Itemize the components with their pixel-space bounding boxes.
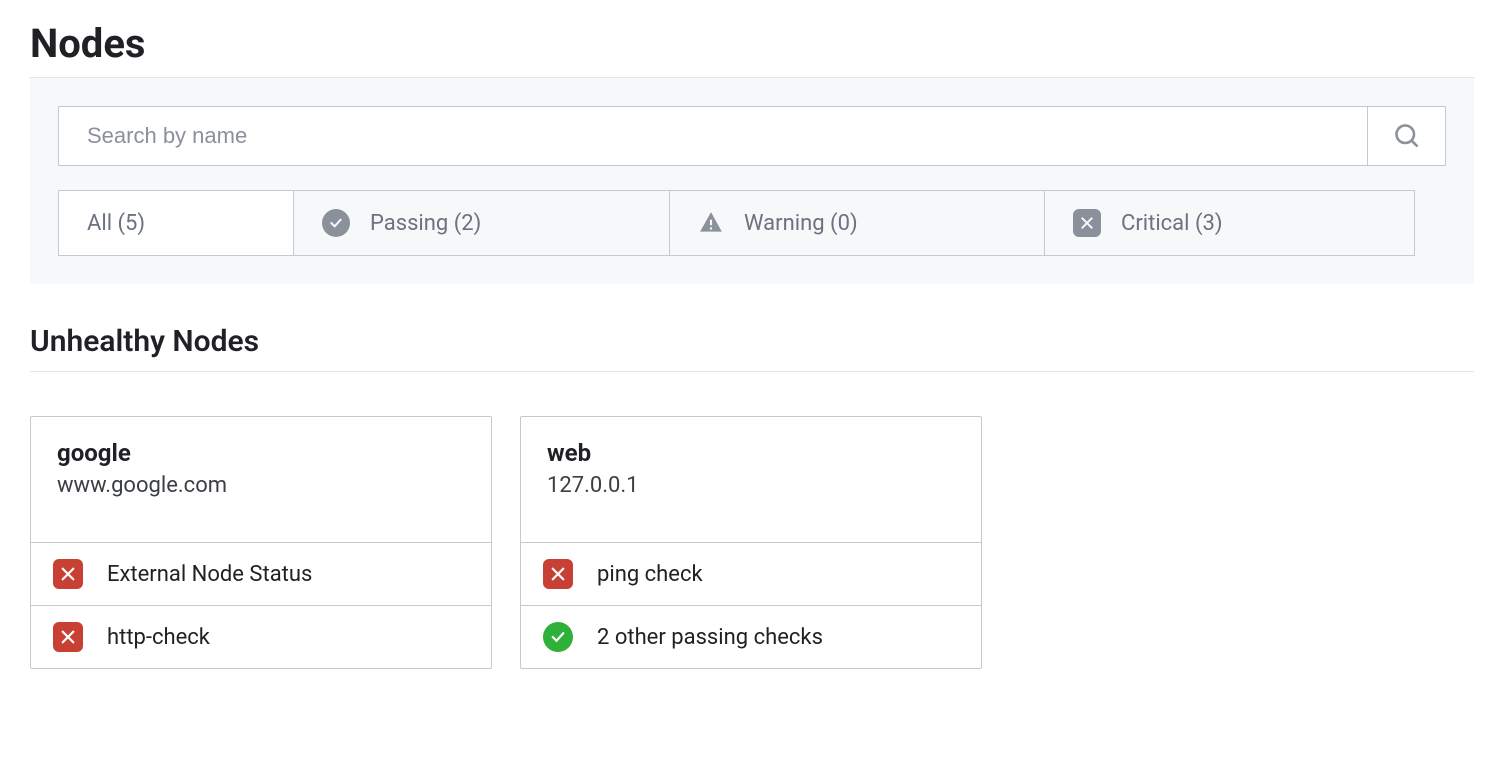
warning-triangle-icon — [698, 210, 724, 236]
critical-icon — [53, 559, 83, 589]
check-row: ping check — [521, 542, 981, 605]
filter-tabs: All (5) Passing (2) Warning (0) Critical… — [58, 190, 1446, 256]
node-cards: google www.google.com External Node Stat… — [30, 416, 1474, 669]
search-input[interactable] — [58, 106, 1368, 166]
node-name: google — [57, 439, 465, 467]
check-label: ping check — [597, 562, 703, 587]
critical-icon — [53, 622, 83, 652]
search-row — [58, 106, 1446, 166]
node-address: 127.0.0.1 — [547, 473, 955, 498]
check-label: External Node Status — [107, 562, 312, 587]
check-label: http-check — [107, 625, 210, 650]
search-button[interactable] — [1368, 106, 1446, 166]
node-name: web — [547, 439, 955, 467]
filter-tab-label: Critical (3) — [1121, 211, 1223, 236]
filter-tab-label: Warning (0) — [744, 211, 858, 236]
check-row: External Node Status — [31, 542, 491, 605]
critical-icon — [543, 559, 573, 589]
section-title: Unhealthy Nodes — [30, 324, 1474, 359]
check-row: http-check — [31, 605, 491, 668]
section-divider — [30, 371, 1474, 372]
node-card[interactable]: google www.google.com External Node Stat… — [30, 416, 492, 669]
check-label: 2 other passing checks — [597, 625, 823, 650]
filter-bar: All (5) Passing (2) Warning (0) Critical… — [30, 77, 1474, 284]
check-circle-icon — [322, 209, 350, 237]
node-card[interactable]: web 127.0.0.1 ping check 2 other passing… — [520, 416, 982, 669]
filter-tab-all[interactable]: All (5) — [58, 190, 294, 256]
filter-tab-passing[interactable]: Passing (2) — [294, 190, 670, 256]
node-address: www.google.com — [57, 473, 465, 498]
node-card-header: google www.google.com — [31, 417, 491, 542]
node-card-header: web 127.0.0.1 — [521, 417, 981, 542]
filter-tab-label: Passing (2) — [370, 211, 481, 236]
passing-icon — [543, 622, 573, 652]
filter-tab-critical[interactable]: Critical (3) — [1045, 190, 1415, 256]
filter-tab-warning[interactable]: Warning (0) — [670, 190, 1045, 256]
filter-tab-label: All (5) — [87, 211, 145, 236]
page-title: Nodes — [30, 20, 1474, 67]
search-icon — [1393, 122, 1421, 150]
x-square-icon — [1073, 209, 1101, 237]
check-row: 2 other passing checks — [521, 605, 981, 668]
